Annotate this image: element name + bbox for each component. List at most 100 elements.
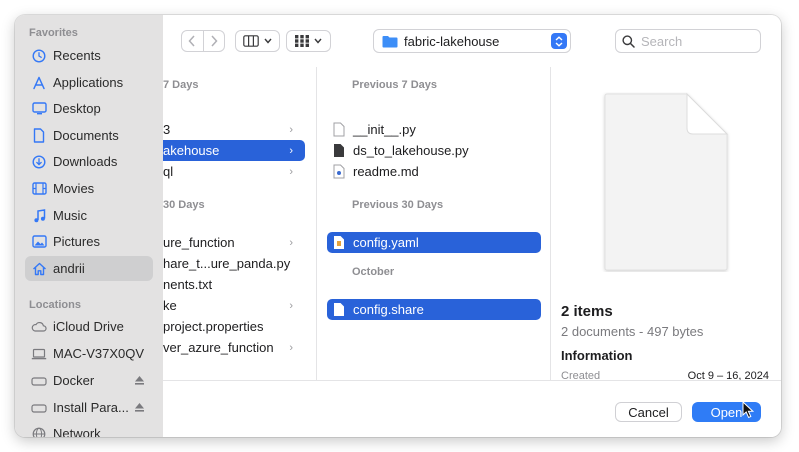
sidebar-item-desktop[interactable]: Desktop [25, 96, 153, 121]
sidebar-item-network[interactable]: Network [25, 421, 153, 437]
list-item-selected[interactable]: akehouse › [163, 140, 305, 161]
film-icon [31, 181, 47, 197]
cancel-button[interactable]: Cancel [615, 402, 682, 422]
sidebar-item-home[interactable]: andrii [25, 256, 153, 281]
music-icon [31, 208, 47, 224]
document-icon [31, 128, 47, 144]
clock-icon [31, 48, 47, 64]
document-preview-icon [604, 92, 729, 271]
chevron-right-icon: › [289, 165, 293, 178]
drive-icon [31, 373, 47, 389]
photo-icon [31, 234, 47, 250]
back-button[interactable] [182, 31, 203, 51]
file-name: __init__.py [353, 122, 416, 137]
locations-heading: Locations [29, 299, 81, 311]
list-item[interactable]: hare_t...ure_panda.py [163, 253, 305, 274]
sidebar-item-recents[interactable]: Recents [25, 43, 153, 68]
search-icon [622, 34, 635, 48]
folder-icon [382, 35, 398, 47]
sidebar-item-pictures[interactable]: Pictures [25, 229, 153, 254]
sidebar-item-applications[interactable]: Applications [25, 70, 153, 95]
laptop-icon [31, 346, 47, 362]
toolbar: fabric-lakehouse Search [163, 15, 781, 67]
applications-icon [31, 75, 47, 91]
column-section-heading: October [352, 266, 395, 278]
markdown-file-icon [333, 164, 345, 180]
list-item[interactable]: 3 › [163, 119, 305, 140]
chevron-right-icon: › [289, 236, 293, 249]
chevron-right-icon: › [289, 341, 293, 354]
file-row-selected[interactable]: config.yaml [327, 232, 541, 253]
favorites-heading: Favorites [29, 27, 78, 39]
chevron-right-icon: › [289, 299, 293, 312]
open-file-dialog: Favorites Recents Applications Desktop D… [15, 15, 781, 437]
list-item[interactable]: project.properties [163, 316, 305, 337]
sidebar-item-downloads[interactable]: Downloads [25, 149, 153, 174]
file-row-selected[interactable]: config.share [327, 299, 541, 320]
chevron-right-icon: › [289, 144, 293, 157]
sidebar-item-documents[interactable]: Documents [25, 123, 153, 148]
eject-icon[interactable] [134, 374, 145, 389]
file-icon [333, 122, 345, 138]
file-row[interactable]: readme.md [327, 161, 541, 182]
sidebar-item-label: Movies [53, 181, 95, 196]
sidebar-item-label: andrii [53, 261, 85, 276]
search-field[interactable]: Search [615, 29, 761, 53]
column-section-heading: Previous 7 Days [352, 79, 437, 91]
view-mode-button[interactable] [235, 30, 280, 52]
list-item[interactable]: ver_azure_function › [163, 337, 305, 358]
sidebar-item-label: Documents [53, 128, 119, 143]
sidebar-item-icloud-drive[interactable]: iCloud Drive [25, 314, 153, 339]
browser-column-1: 7 Days 3 › akehouse › ql › 30 Days ure_func… [163, 67, 317, 380]
yaml-file-icon [333, 235, 345, 251]
sidebar: Favorites Recents Applications Desktop D… [15, 15, 163, 437]
list-item[interactable]: ure_function › [163, 232, 305, 253]
forward-button[interactable] [202, 31, 225, 51]
sidebar-item-docker[interactable]: Docker [25, 368, 153, 393]
columns-view-icon [243, 35, 259, 47]
location-popup[interactable]: fabric-lakehouse [373, 29, 571, 53]
sidebar-item-install-para[interactable]: Install Para... [25, 395, 153, 420]
eject-icon[interactable] [134, 401, 145, 416]
download-icon [31, 154, 47, 170]
sidebar-item-label: Network [53, 426, 101, 437]
sidebar-item-mac[interactable]: MAC-V37X0QV [25, 341, 153, 366]
chevron-left-icon [188, 35, 195, 47]
browser-column-2: Previous 7 Days __init__.py ds_to_lakeho… [317, 67, 551, 380]
list-item[interactable]: ql › [163, 161, 305, 182]
list-item[interactable]: nents.txt [163, 274, 305, 295]
sidebar-item-label: Install Para... [53, 400, 129, 415]
sidebar-item-label: Recents [53, 48, 101, 63]
sidebar-item-label: Applications [53, 75, 124, 90]
list-item[interactable]: ke › [163, 295, 305, 316]
chevron-right-icon [211, 35, 218, 47]
chevron-right-icon: › [289, 123, 293, 136]
cloud-icon [31, 319, 47, 335]
python-file-icon [333, 143, 345, 159]
drive-icon [31, 400, 47, 416]
sidebar-item-label: Docker [53, 373, 95, 388]
column-section-heading: 30 Days [163, 199, 205, 211]
sidebar-item-music[interactable]: Music [25, 203, 153, 228]
column-section-heading: Previous 30 Days [352, 199, 444, 211]
column-section-heading: 7 Days [163, 79, 199, 91]
sidebar-item-label: Music [53, 208, 87, 223]
navigation-buttons [181, 30, 225, 52]
file-row[interactable]: ds_to_lakehouse.py [327, 140, 541, 161]
chevron-down-icon [314, 38, 322, 44]
up-down-chevron-icon [551, 33, 567, 49]
sidebar-item-label: Desktop [53, 101, 101, 116]
file-row[interactable]: __init__.py [327, 119, 541, 140]
sidebar-item-label: MAC-V37X0QV [53, 346, 145, 361]
group-by-button[interactable] [286, 30, 331, 52]
button-bar: Cancel Open [163, 380, 781, 437]
sidebar-item-label: Downloads [53, 154, 118, 169]
sidebar-item-movies[interactable]: Movies [25, 176, 153, 201]
globe-icon [31, 426, 47, 437]
preview-pane: 2 items 2 documents - 497 bytes Informat… [551, 67, 781, 382]
file-icon [333, 302, 345, 318]
location-label: fabric-lakehouse [404, 33, 500, 49]
sidebar-item-label: Pictures [53, 234, 100, 249]
chevron-down-icon [264, 38, 272, 44]
file-name: config.share [353, 302, 424, 317]
